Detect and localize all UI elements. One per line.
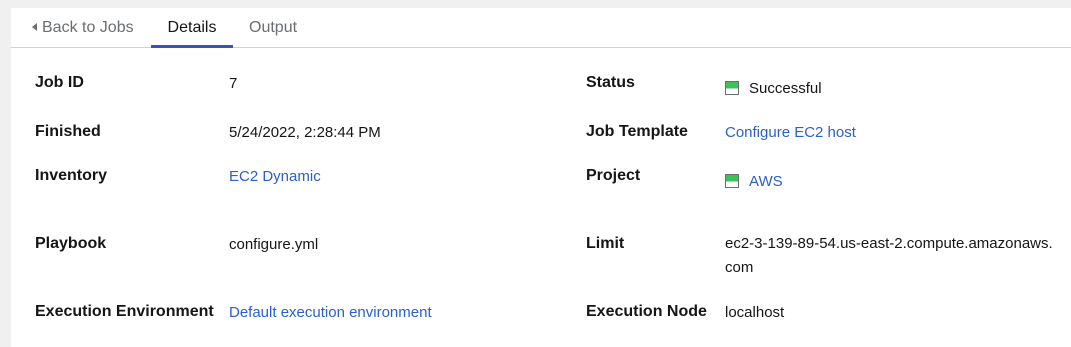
finished-label: Finished (35, 123, 101, 140)
playbook-label: Playbook (35, 235, 107, 252)
tab-details[interactable]: Details (151, 8, 233, 48)
job-detail-card: Back to Jobs Details Output Job ID 7 Fin… (11, 8, 1071, 347)
tab-back-to-jobs[interactable]: Back to Jobs (32, 8, 134, 48)
project-link[interactable]: AWS (749, 173, 783, 190)
playbook-value: configure.yml (229, 236, 319, 253)
tab-output[interactable]: Output (249, 8, 297, 48)
back-to-jobs-label: Back to Jobs (42, 19, 134, 36)
execution-node-value: localhost (725, 304, 785, 321)
status-value: Successful (725, 80, 822, 97)
status-label: Status (586, 74, 635, 91)
inventory-link[interactable]: EC2 Dynamic (229, 168, 321, 185)
job-tabs: Back to Jobs Details Output (11, 8, 1071, 48)
job-template-label: Job Template (586, 123, 688, 140)
limit-value: ec2-3-139-89-54.us-east-2.compute.amazon… (725, 235, 1053, 276)
success-status-icon (725, 81, 739, 95)
finished-value: 5/24/2022, 2:28:44 PM (229, 124, 381, 141)
project-label: Project (586, 167, 641, 184)
execution-node-label: Execution Node (586, 303, 707, 320)
job-template-link[interactable]: Configure EC2 host (725, 124, 856, 141)
job-id-label: Job ID (35, 74, 84, 91)
caret-left-icon (32, 23, 37, 31)
project-status-icon (725, 174, 739, 188)
status-text: Successful (749, 80, 822, 97)
execution-environment-link[interactable]: Default execution environment (229, 304, 432, 321)
job-id-value: 7 (229, 75, 238, 92)
limit-label: Limit (586, 235, 625, 252)
execution-environment-label: Execution Environment (35, 303, 214, 320)
project-value: AWS (725, 173, 783, 190)
inventory-label: Inventory (35, 167, 108, 184)
